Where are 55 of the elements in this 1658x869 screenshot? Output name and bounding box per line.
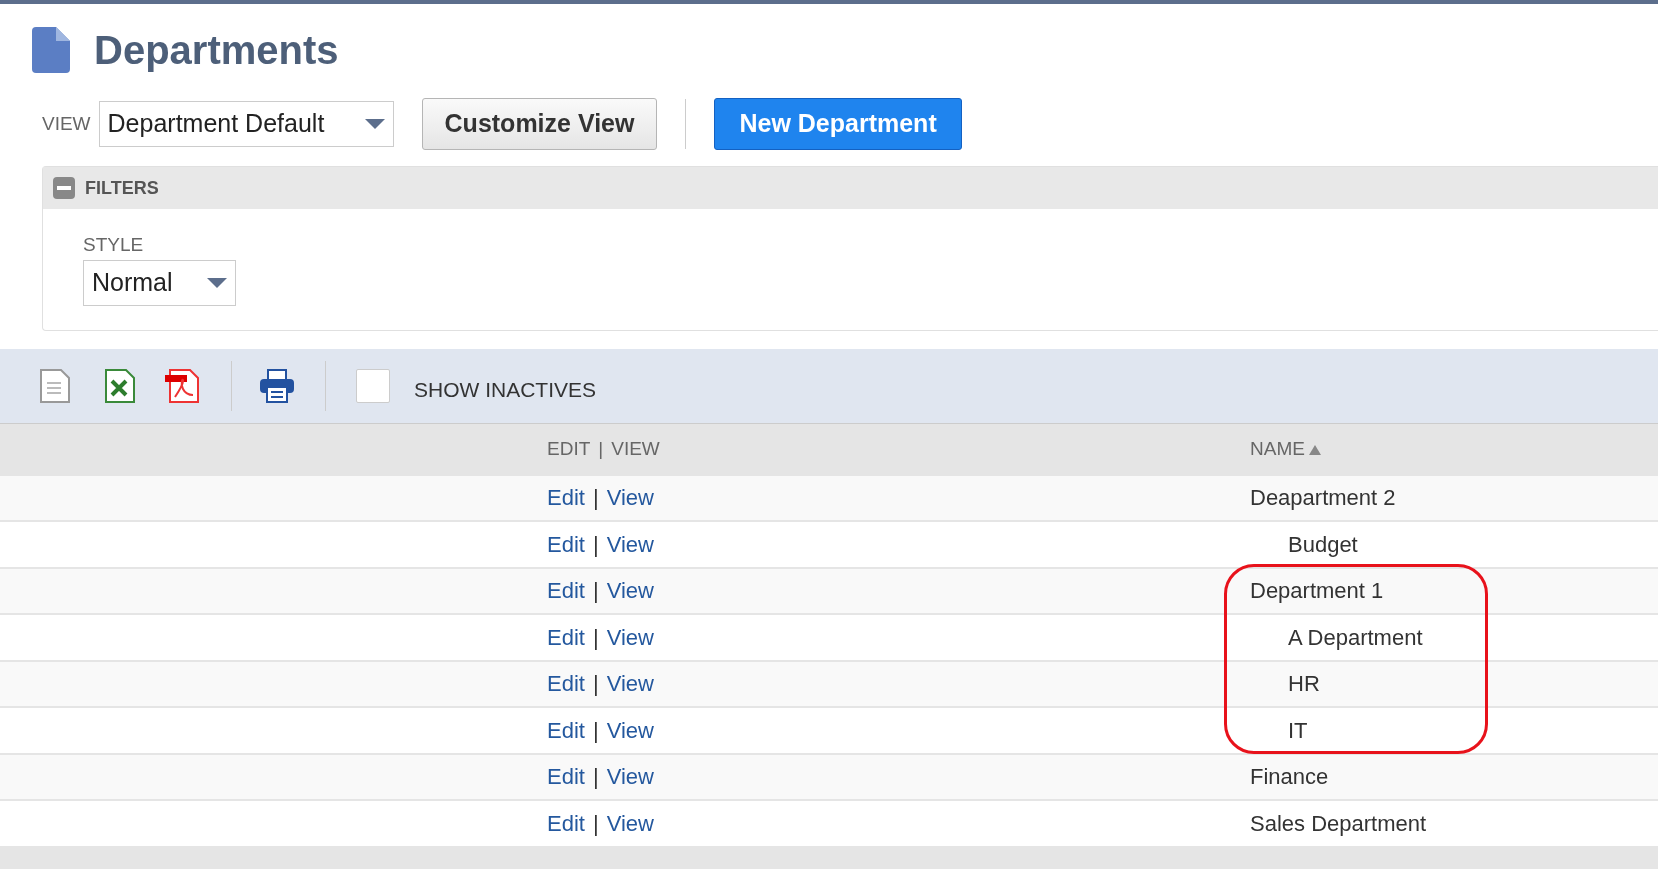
page-title: Departments — [94, 27, 339, 74]
view-link[interactable]: View — [606, 574, 654, 608]
style-dropdown[interactable]: Normal — [83, 259, 236, 306]
customize-view-button[interactable]: Customize View — [421, 98, 658, 150]
department-name: Department 1 — [1250, 577, 1384, 606]
column-header: EDIT — [547, 437, 591, 462]
edit-link[interactable]: Edit — [547, 667, 585, 701]
sort-arrow-icon[interactable] — [1308, 444, 1321, 455]
separator: | — [592, 670, 599, 699]
filters-title: FILTERS — [85, 176, 159, 200]
document-icon — [32, 27, 70, 73]
column-header: VIEW — [611, 437, 660, 462]
edit-link[interactable]: Edit — [547, 760, 585, 794]
view-link[interactable]: View — [606, 667, 654, 701]
column-header[interactable]: NAME — [1250, 435, 1305, 464]
view-dropdown[interactable]: Department Default — [98, 101, 394, 147]
printer-icon[interactable] — [259, 368, 295, 403]
separator: | — [592, 577, 599, 606]
edit-link[interactable]: Edit — [547, 574, 585, 608]
view-link[interactable]: View — [606, 527, 654, 561]
separator: | — [598, 437, 604, 462]
separator: | — [592, 716, 599, 745]
edit-link[interactable]: Edit — [547, 620, 585, 654]
pdf-icon[interactable] — [165, 368, 201, 403]
caret-icon — [207, 277, 227, 288]
edit-link[interactable]: Edit — [547, 481, 585, 515]
document-icon[interactable] — [40, 368, 70, 403]
edit-link[interactable]: Edit — [547, 713, 585, 747]
style-label: STYLE — [83, 233, 145, 257]
view-link[interactable]: View — [606, 760, 654, 794]
department-name: IT — [1288, 716, 1308, 745]
separator: | — [592, 484, 599, 513]
view-link[interactable]: View — [606, 620, 654, 654]
new-department-button[interactable]: New Department — [714, 98, 962, 150]
separator: | — [592, 763, 599, 792]
view-label: VIEW — [42, 111, 91, 136]
department-name: A Department — [1288, 623, 1423, 652]
separator: | — [592, 809, 599, 838]
view-link[interactable]: View — [606, 481, 654, 515]
department-name: Sales Department — [1250, 809, 1427, 838]
edit-link[interactable]: Edit — [547, 806, 585, 840]
spreadsheet-icon[interactable] — [105, 368, 135, 403]
view-link[interactable]: View — [606, 806, 654, 840]
collapse-icon[interactable] — [53, 177, 75, 199]
show-inactives-checkbox[interactable] — [356, 368, 390, 403]
separator: | — [592, 530, 599, 559]
department-name: HR — [1288, 670, 1320, 699]
department-name: Budget — [1288, 530, 1358, 559]
separator: | — [592, 623, 599, 652]
department-name: Deapartment 2 — [1250, 484, 1396, 513]
show-inactives-label: SHOW INACTIVES — [414, 376, 597, 403]
edit-link[interactable]: Edit — [547, 527, 585, 561]
department-name: Finance — [1250, 763, 1329, 792]
view-link[interactable]: View — [606, 713, 654, 747]
caret-icon — [364, 119, 385, 129]
